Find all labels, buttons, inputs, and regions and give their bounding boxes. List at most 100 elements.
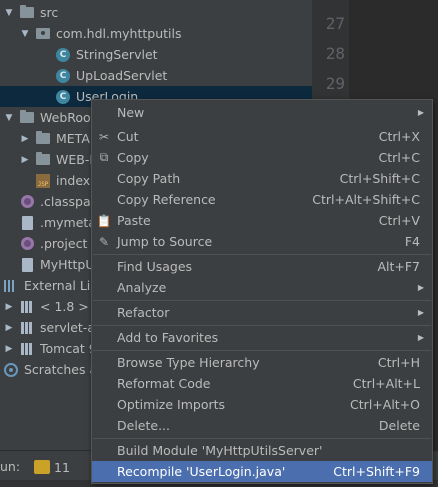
menu-item-shortcut: Ctrl+Shift+F9 — [333, 464, 420, 479]
menu-item-browse-type-hierarchy[interactable]: Browse Type Hierarchy Ctrl+H — [92, 352, 432, 373]
tree-item-label: com.hdl.myhttputils — [56, 26, 182, 41]
menu-item-label: Cut — [117, 129, 139, 144]
menu-item-label: Analyze — [117, 280, 167, 295]
config-file-icon — [20, 237, 34, 251]
submenu-arrow-icon: ▶ — [417, 308, 424, 317]
menu-item-recompile[interactable]: Recompile 'UserLogin.java' Ctrl+Shift+F9 — [92, 461, 432, 482]
tree-item-label: UpLoadServlet — [76, 68, 168, 83]
library-icon — [20, 321, 34, 335]
file-icon — [20, 215, 34, 230]
line-number: 28 — [325, 44, 345, 63]
menu-item-copy[interactable]: ⧉ Copy Ctrl+C — [92, 147, 432, 168]
menu-item-label: Jump to Source — [117, 234, 213, 249]
library-icon — [20, 300, 34, 314]
menu-item-shortcut: Ctrl+Alt+O — [350, 397, 420, 412]
run-label: un: — [0, 459, 21, 474]
menu-item-label: Refactor — [117, 305, 170, 320]
context-menu: New ▶ ✂ Cut Ctrl+X ⧉ Copy Ctrl+C Copy Pa… — [91, 99, 433, 484]
menu-item-shortcut: Delete — [378, 418, 420, 433]
menu-item-build-module[interactable]: Build Module 'MyHttpUtilsServer' — [92, 440, 432, 461]
tree-item-src[interactable]: ▼ src — [0, 2, 312, 23]
menu-item-label: Copy — [117, 150, 149, 165]
menu-item-cut[interactable]: ✂ Cut Ctrl+X — [92, 126, 432, 147]
menu-separator — [93, 350, 431, 351]
libraries-icon — [4, 279, 18, 293]
tree-item-label: .project — [40, 236, 88, 251]
menu-item-label: Recompile 'UserLogin.java' — [117, 464, 286, 479]
folder-icon — [36, 152, 50, 167]
submenu-arrow-icon: ▶ — [417, 108, 424, 117]
tree-item-uploadservlet[interactable]: C UpLoadServlet — [0, 65, 312, 86]
menu-item-copy-path[interactable]: Copy Path Ctrl+Shift+C — [92, 168, 432, 189]
menu-item-shortcut: F4 — [404, 234, 420, 249]
menu-item-analyze[interactable]: Analyze ▶ — [92, 277, 432, 298]
menu-item-label: Add to Favorites — [117, 330, 219, 345]
tree-item-label: index. — [56, 173, 95, 188]
menu-item-label: Copy Reference — [117, 192, 216, 207]
menu-item-add-to-favorites[interactable]: Add to Favorites ▶ — [92, 327, 432, 348]
submenu-arrow-icon: ▶ — [417, 333, 424, 342]
jsp-file-icon: JSP — [36, 173, 50, 188]
line-number: 29 — [325, 74, 345, 93]
run-tab-label: 11 — [54, 459, 70, 475]
menu-item-label: New — [117, 105, 145, 120]
paste-icon: 📋 — [96, 213, 112, 228]
menu-separator — [93, 325, 431, 326]
class-icon: C — [56, 89, 70, 104]
menu-item-jump-to-source[interactable]: ✎ Jump to Source F4 — [92, 231, 432, 252]
line-number: 27 — [325, 14, 345, 33]
menu-item-shortcut: Ctrl+Alt+L — [352, 376, 420, 391]
chevron-right-icon[interactable]: ▶ — [4, 323, 14, 333]
pencil-icon: ✎ — [98, 234, 110, 249]
class-icon: C — [56, 68, 70, 83]
menu-item-reformat-code[interactable]: Reformat Code Ctrl+Alt+L — [92, 373, 432, 394]
menu-item-shortcut: Alt+F7 — [377, 259, 420, 274]
menu-item-shortcut: Ctrl+V — [378, 213, 420, 228]
menu-item-label: Delete... — [117, 418, 170, 433]
chevron-down-icon[interactable]: ▼ — [4, 8, 14, 18]
tree-item-label: WEB-I — [56, 152, 94, 167]
menu-separator — [93, 254, 431, 255]
menu-separator — [93, 300, 431, 301]
run-tab[interactable]: 11 — [30, 454, 90, 480]
menu-item-label: Copy Path — [117, 171, 181, 186]
class-icon: C — [56, 47, 70, 62]
file-icon — [20, 257, 34, 272]
folder-icon — [36, 131, 50, 146]
tomcat-icon — [34, 460, 50, 474]
tree-item-label: StringServlet — [76, 47, 158, 62]
copy-icon: ⧉ — [99, 150, 109, 164]
chevron-right-icon[interactable]: ▶ — [20, 134, 30, 144]
menu-item-refactor[interactable]: Refactor ▶ — [92, 302, 432, 323]
scratches-icon — [4, 362, 18, 377]
menu-item-new[interactable]: New ▶ — [92, 102, 432, 123]
submenu-arrow-icon: ▶ — [417, 283, 424, 292]
scissors-icon: ✂ — [98, 129, 110, 144]
chevron-down-icon[interactable]: ▼ — [20, 29, 30, 39]
chevron-right-icon[interactable]: ▶ — [20, 155, 30, 165]
menu-item-shortcut: Ctrl+Shift+C — [339, 171, 420, 186]
menu-item-label: Reformat Code — [117, 376, 211, 391]
tree-item-label: WebRoot — [40, 110, 96, 125]
menu-item-label: Build Module 'MyHttpUtilsServer' — [117, 443, 323, 458]
menu-item-shortcut: Ctrl+Alt+Shift+C — [312, 192, 420, 207]
tree-item-package[interactable]: ▼ com.hdl.myhttputils — [0, 23, 312, 44]
tree-item-label: src — [40, 5, 59, 20]
folder-icon — [20, 5, 34, 20]
menu-item-label: Optimize Imports — [117, 397, 226, 412]
package-icon — [36, 27, 50, 41]
tree-item-stringservlet[interactable]: C StringServlet — [0, 44, 312, 65]
menu-item-delete[interactable]: Delete... Delete — [92, 415, 432, 436]
chevron-down-icon[interactable]: ▼ — [4, 113, 14, 123]
menu-item-copy-reference[interactable]: Copy Reference Ctrl+Alt+Shift+C — [92, 189, 432, 210]
menu-item-optimize-imports[interactable]: Optimize Imports Ctrl+Alt+O — [92, 394, 432, 415]
chevron-right-icon[interactable]: ▶ — [4, 302, 14, 312]
chevron-right-icon[interactable]: ▶ — [4, 344, 14, 354]
config-file-icon — [20, 195, 34, 209]
menu-item-label: Browse Type Hierarchy — [117, 355, 260, 370]
menu-separator — [93, 438, 431, 439]
folder-icon — [20, 110, 34, 125]
menu-item-find-usages[interactable]: Find Usages Alt+F7 — [92, 256, 432, 277]
menu-item-paste[interactable]: 📋 Paste Ctrl+V — [92, 210, 432, 231]
menu-item-shortcut: Ctrl+X — [378, 129, 420, 144]
